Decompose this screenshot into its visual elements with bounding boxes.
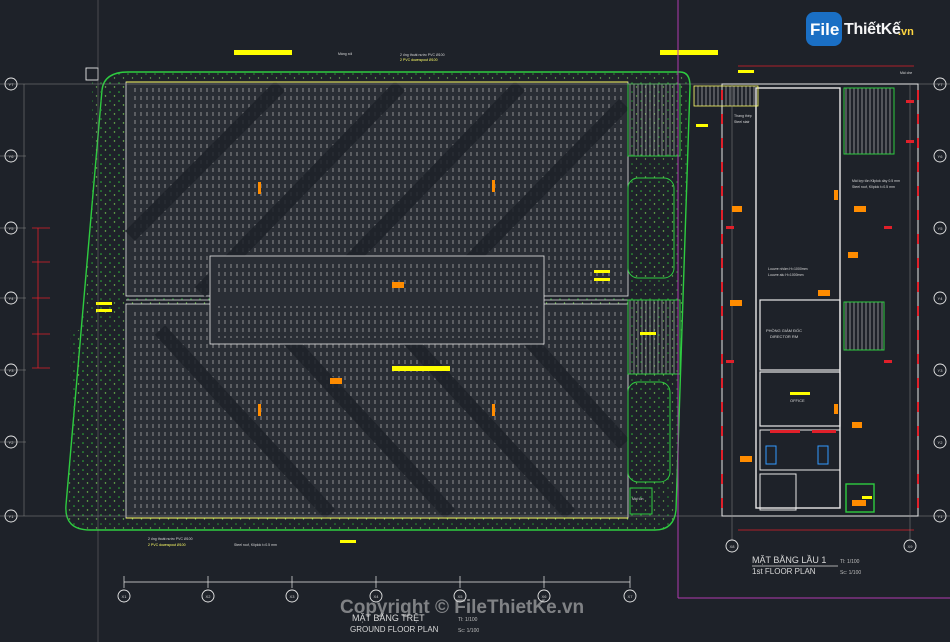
row-label: Y6 (9, 154, 15, 159)
ff-wc-blue-1 (765, 445, 777, 465)
planter-right-2 (627, 381, 671, 483)
col-label: X1 (122, 594, 128, 599)
note-roof-2: Mái lợp tôn Kliplok dày 0.5 mm (852, 179, 900, 183)
ground-title-en: GROUND FLOOR PLAN (350, 625, 439, 634)
note-gutter-3: 2 ống thoát nước PVC Ø100 (148, 537, 193, 541)
note-stair: Thang thép (734, 114, 752, 118)
site-logo: File ThiếtKế .vn (806, 12, 928, 48)
row-label: Y4 (9, 296, 15, 301)
skylight-hatch (214, 262, 540, 294)
room-office: OFFICE (790, 398, 805, 403)
row-label: Y2 (938, 440, 944, 445)
ucs-marker (85, 67, 99, 81)
ff-walkway (693, 85, 759, 107)
first-scale-1: Tl: 1/100 (840, 559, 860, 565)
row-label: Y2 (9, 440, 15, 445)
col-label: X8 (730, 544, 736, 549)
col-label: X3 (290, 594, 296, 599)
note-roof-short: Mái tôn (632, 497, 644, 501)
row-label: Y1 (938, 514, 944, 519)
logo-rest-text: ThiếtKế (844, 21, 901, 38)
note-roof-1: Steel roof, Kliplok t=0.5 mm (234, 543, 277, 547)
stair-box-mid (627, 299, 681, 375)
room-director-en: DIRECTOR RM (770, 334, 798, 339)
right-row-labels: Y7 Y6 Y5 Y4 Y3 Y2 Y1 (938, 82, 944, 519)
note-roof-3: Steel roof, Kliplok t=0.5 mm (852, 185, 895, 189)
note-valley: Máng xối (338, 52, 352, 56)
note-canopy: Mái che (900, 71, 912, 75)
ground-dim-chain (123, 576, 631, 588)
row-label: Y5 (938, 226, 944, 231)
row-label: Y6 (938, 154, 944, 159)
row-label: Y3 (938, 368, 944, 373)
first-scale-2: Sc: 1/100 (840, 570, 861, 576)
ff-stair-mid (843, 301, 885, 351)
first-title-en: 1st FLOOR PLAN (752, 567, 816, 576)
note-window-en: Louvre alu H=1000mm (768, 273, 804, 277)
row-label: Y3 (9, 368, 15, 373)
skylight-hatch-2 (214, 306, 540, 338)
logo-tld-text: .vn (898, 26, 914, 38)
planter-left-1 (92, 82, 126, 296)
ff-wc-blue-2 (817, 445, 829, 465)
col-label: X2 (206, 594, 212, 599)
note-gutter-1: 2 ống thoát nước PVC Ø100 (400, 53, 445, 57)
row-label: Y5 (9, 226, 15, 231)
ff-stair-bottom (759, 473, 797, 511)
row-label: Y7 (938, 82, 944, 87)
note-gutter-4: 2 PVC downspout Ø100 (148, 543, 186, 547)
row-label: Y1 (9, 514, 15, 519)
note-gutter-2: 2 PVC downspout Ø100 (400, 58, 438, 62)
cad-drawing: MẶT BẰNG TRỆT GROUND FLOOR PLAN Tl: 1/10… (0, 0, 950, 642)
first-title-vn: MẶT BẰNG LẦU 1 (752, 555, 826, 565)
room-director: PHÒNG GIÁM ĐỐC (766, 328, 802, 333)
row-label: Y7 (9, 82, 15, 87)
copyright-watermark: Copyright © FileThietKe.vn (340, 597, 585, 618)
left-dim-chain (32, 227, 50, 369)
ff-corridor (755, 87, 841, 509)
ff-stair-top (843, 87, 895, 155)
logo-file-text: File (810, 20, 840, 39)
col-label: X9 (908, 544, 914, 549)
note-window: Louvre nhôm H=1000mm (768, 267, 808, 271)
left-row-labels: Y7 Y6 Y5 Y4 Y3 Y2 Y1 (9, 82, 15, 519)
note-stair-en: Steel stair (734, 120, 750, 124)
planter-right-1 (627, 177, 675, 279)
row-label: Y4 (938, 296, 944, 301)
stair-box-top (627, 83, 681, 157)
ground-scale-2: Sc: 1/100 (458, 628, 479, 634)
first-floor-plan (693, 65, 919, 553)
col-label: X7 (628, 594, 634, 599)
